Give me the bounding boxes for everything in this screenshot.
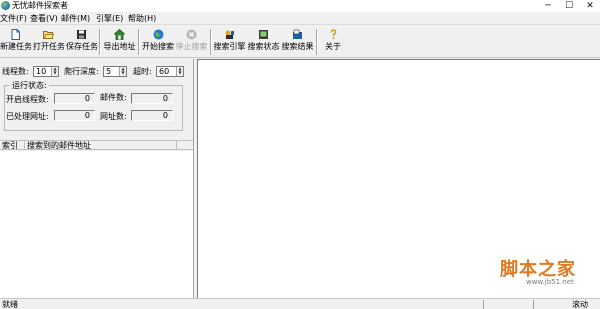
mails-label: 邮件数: [100, 93, 127, 102]
new-document-icon [11, 29, 20, 40]
start-search-button[interactable]: 开始搜索 [142, 28, 174, 56]
depth-spinner[interactable]: 5 ▲ ▼ [103, 66, 127, 77]
search-status-button[interactable]: 搜索状态 [247, 28, 280, 56]
toolbar-separator [138, 29, 140, 55]
toolbar: 新建任务 打开任务 保存任务 导出地址 开始搜索 停止搜索 搜索引擎 搜索状态 … [0, 26, 600, 58]
stop-search-button[interactable]: 停止搜索 [175, 28, 208, 56]
spinner-arrows[interactable]: ▲ ▼ [51, 67, 58, 76]
processed-urls-label: 已处理网址: [6, 112, 49, 121]
minimize-button[interactable]: ─ [538, 0, 558, 12]
threads-spinner[interactable]: 10 ▲ ▼ [33, 66, 59, 77]
menu-bar: 文件(F) 查看(V) 邮件(M) 引擎(E) 帮助(H) [0, 12, 600, 25]
parameter-panel: 线程数: 10 ▲ ▼ 爬行深度: 5 ▲ ▼ 超时: 60 ▲ ▼ 运行状态: 开启… [0, 59, 197, 136]
globe-search-icon [153, 29, 163, 40]
mails-value: 0 [131, 93, 173, 104]
result-folder-icon [293, 29, 302, 39]
search-result-button[interactable]: 搜索结果 [281, 28, 314, 56]
menu-help[interactable]: 帮助(H) [128, 13, 156, 24]
run-status-group: 运行状态: 开启线程数: 0 邮件数: 0 已处理网址: 0 网址数: 0 [4, 81, 183, 131]
toolbar-separator [316, 29, 318, 55]
watermark-url: www.jb51.net [526, 278, 574, 286]
threads-label: 线程数: [2, 67, 29, 76]
status-monitor-icon [259, 30, 268, 39]
status-panel [533, 300, 568, 309]
about-button[interactable]: 关于 [320, 28, 346, 56]
open-threads-value: 0 [54, 93, 95, 104]
column-email-address[interactable]: 搜索到的邮件地址 [25, 141, 177, 150]
menu-file[interactable]: 文件(F) [0, 13, 27, 24]
export-home-icon [114, 29, 125, 40]
urls-value: 0 [131, 110, 173, 121]
email-list-header: 索引 搜索到的邮件地址 [0, 140, 193, 150]
export-address-button[interactable]: 导出地址 [103, 28, 136, 56]
about-question-icon [330, 29, 336, 40]
spinner-arrows[interactable]: ▲ ▼ [176, 67, 183, 76]
timeout-spinner[interactable]: 60 ▲ ▼ [156, 66, 184, 77]
close-button[interactable]: ✕ [580, 0, 600, 12]
menu-engine[interactable]: 引擎(E) [96, 13, 123, 24]
email-list[interactable] [0, 151, 193, 298]
toolbar-separator [99, 29, 101, 55]
status-panel [483, 300, 533, 309]
open-task-button[interactable]: 打开任务 [33, 28, 65, 56]
open-folder-icon [43, 31, 54, 39]
column-index[interactable]: 索引 [0, 141, 25, 150]
window-title: 无忧邮件探索者 [12, 1, 68, 10]
save-disk-icon [77, 30, 86, 39]
urls-label: 网址数: [100, 112, 127, 121]
depth-label: 爬行深度: [64, 67, 99, 76]
search-engine-icon [225, 30, 234, 39]
run-status-title: 运行状态: [10, 81, 49, 90]
open-threads-label: 开启线程数: [6, 95, 49, 104]
maximize-button[interactable]: ☐ [559, 0, 579, 12]
save-task-button[interactable]: 保存任务 [66, 28, 98, 56]
processed-urls-value: 0 [54, 110, 95, 121]
scroll-indicator: 滚动 [572, 300, 588, 309]
stop-icon [186, 29, 197, 40]
site-watermark: 脚本之家 www.jb51.net [500, 255, 584, 291]
status-bar: 就绪 滚动 [0, 298, 600, 309]
new-task-button[interactable]: 新建任务 [0, 28, 32, 56]
app-globe-icon [1, 1, 10, 10]
spinner-arrows[interactable]: ▲ ▼ [119, 67, 126, 76]
status-text: 就绪 [2, 300, 18, 309]
title-bar: 无忧邮件探索者 ─ ☐ ✕ [0, 0, 600, 12]
timeout-label: 超时: [133, 67, 152, 76]
menu-view[interactable]: 查看(V) [30, 13, 58, 24]
toolbar-separator [210, 29, 212, 55]
menu-mail[interactable]: 邮件(M) [61, 13, 90, 24]
search-engine-button[interactable]: 搜索引擎 [213, 28, 246, 56]
